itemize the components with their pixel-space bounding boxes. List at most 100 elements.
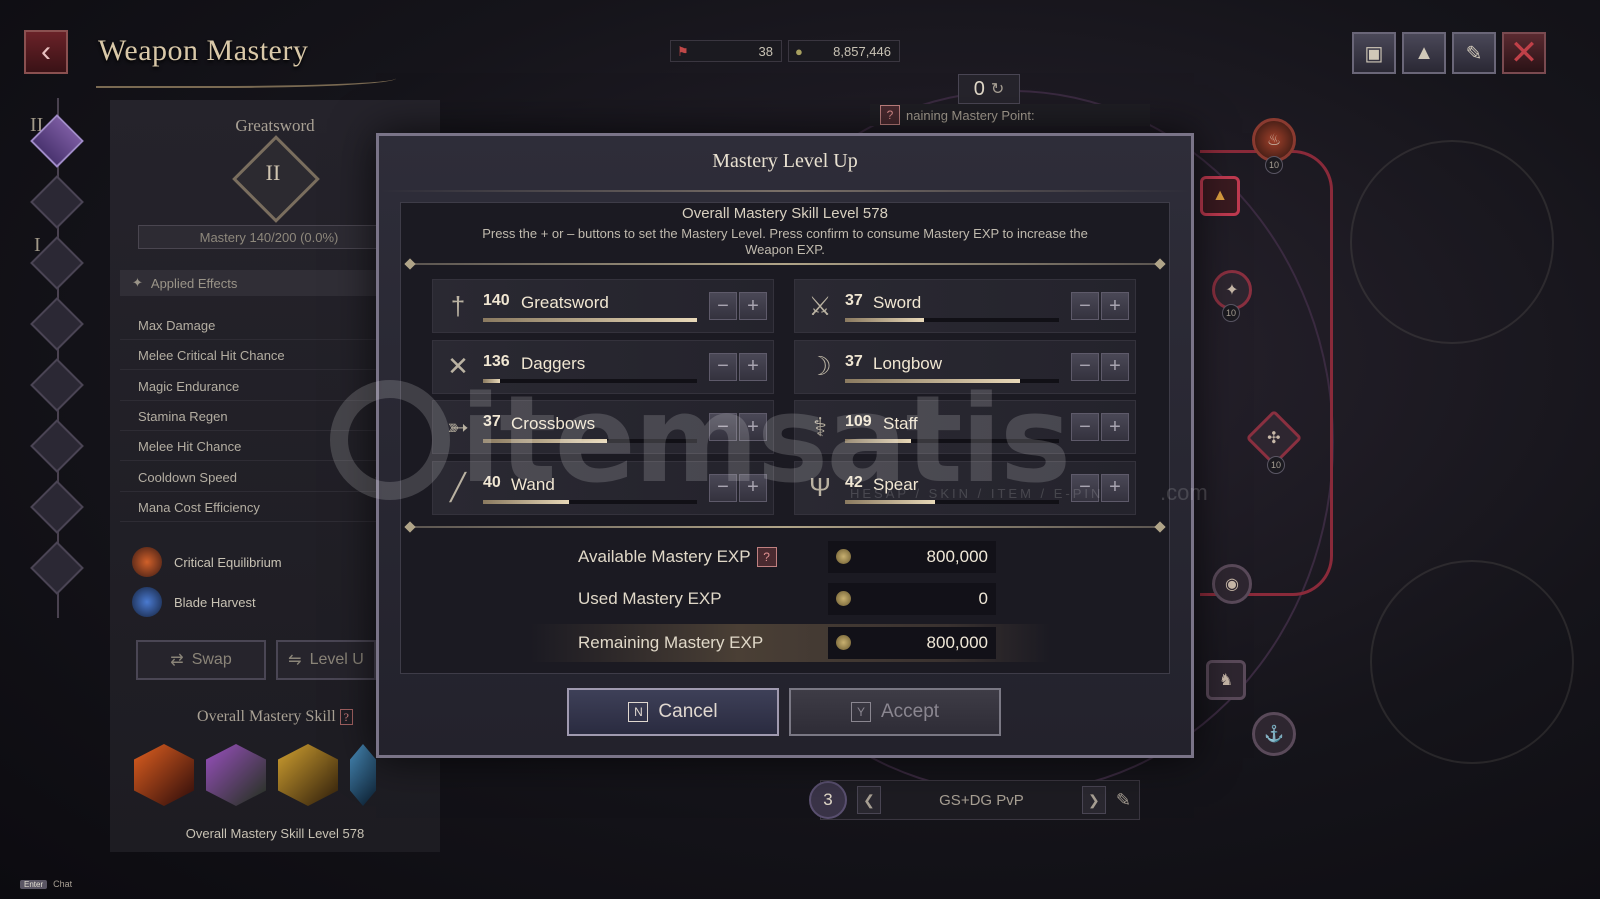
preset-next-button[interactable]: ❯ (1081, 786, 1106, 814)
close-button[interactable]: ✕ (1502, 32, 1546, 74)
effect-name: Stamina Regen (138, 408, 228, 424)
rail-crossbow-node[interactable] (30, 358, 84, 412)
currency-silver-display: ● 8,857,446 (788, 40, 900, 62)
reset-icon[interactable]: ↻ (991, 79, 1004, 99)
node-level-badge: 10 (1265, 156, 1283, 174)
effect-row: Melee Hit Chance (120, 433, 390, 462)
flag-token-icon: ⚑ (677, 44, 689, 59)
rail-spear-node[interactable] (30, 541, 84, 595)
effect-row: Mana Cost Efficiency (120, 494, 390, 522)
atom-art (1370, 560, 1574, 764)
mastery-progress-bar: Mastery 140/200 (0.0%) (138, 225, 400, 249)
effect-name: Magic Endurance (138, 378, 240, 394)
preset-name: GS+DG PvP (939, 791, 1024, 809)
plus-button[interactable]: + (1101, 413, 1129, 441)
weapon-name: Daggers (521, 353, 586, 373)
preset-prev-button[interactable]: ❮ (857, 786, 881, 814)
tree-node-beast[interactable]: ♞ (1206, 660, 1246, 700)
weapon-level: 37 (845, 292, 863, 309)
minus-button[interactable]: − (1071, 292, 1099, 320)
plus-button[interactable]: + (1101, 292, 1129, 320)
passive-label: Critical Equilibrium (174, 554, 282, 570)
preset-number: 3 (809, 781, 847, 819)
weapon-name: Crossbows (511, 414, 596, 433)
minus-button[interactable]: − (1071, 352, 1099, 381)
accept-button[interactable]: Y Accept (789, 688, 1001, 736)
weapon-exp-bar (845, 318, 1059, 322)
chat-hint[interactable]: Enter Chat (20, 879, 72, 889)
minus-button[interactable]: − (709, 473, 737, 502)
used-exp-row: Used Mastery EXP 0 (530, 580, 1050, 618)
section-divider (405, 526, 1165, 528)
blade-harvest-icon (132, 587, 162, 617)
title-divider (380, 190, 1190, 192)
codex-button[interactable]: ▣ (1352, 32, 1396, 74)
remaining-exp-row: Remaining Mastery EXP 800,000 (530, 624, 1050, 662)
beast-icon: ♞ (1218, 672, 1234, 689)
edit-preset-icon[interactable]: ✎ (1116, 790, 1131, 811)
weapon-row-staff: ⚕ 109 Staff − + (794, 400, 1136, 454)
tree-node-anchor[interactable]: ⚓ (1252, 712, 1296, 756)
help-icon[interactable]: ? (880, 105, 900, 125)
weapon-row-longbow: ☽ 37 Longbow − + (794, 339, 1136, 394)
weapon-name: Greatsword (521, 293, 609, 312)
swap-icon: ⇄ (170, 652, 184, 669)
rail-wand-node[interactable] (30, 480, 84, 534)
tree-node-selected[interactable]: ▲ (1200, 176, 1240, 216)
plus-button[interactable]: + (739, 413, 767, 441)
overall-mastery-level: Overall Mastery Skill Level 578 (682, 205, 888, 222)
longbow-icon: ☽ (808, 351, 832, 381)
help-icon[interactable]: ? (756, 547, 777, 567)
passive-blade-harvest[interactable]: Blade Harvest (132, 585, 256, 619)
back-button[interactable]: ‹ (24, 30, 68, 74)
minus-button[interactable]: − (709, 292, 737, 320)
minus-button[interactable]: − (709, 352, 737, 381)
cancel-label: Cancel (658, 701, 718, 722)
mastery-exp-icon (836, 635, 851, 650)
weapon-exp-fill (845, 318, 925, 322)
remaining-points-label: naining Mastery Point: (906, 107, 1035, 123)
cancel-key-hint: N (628, 702, 649, 722)
wand-icon: ╱ (450, 472, 466, 502)
swap-button[interactable]: ⇄ Swap (136, 640, 266, 680)
level-adjust-controls: − + (1071, 352, 1129, 381)
applied-effects-header[interactable]: ✦ Applied Effects (120, 270, 420, 296)
weapon-row-greatsword: † 140 Greatsword − + (432, 279, 774, 333)
applied-effects-label: Applied Effects (150, 275, 238, 291)
weapon-name: Longbow (873, 353, 943, 373)
rail-longbow-node[interactable] (30, 297, 84, 351)
weapon-row-sword: ⚔ 37 Sword − + (794, 279, 1136, 333)
remaining-exp-value: 800,000 (926, 633, 988, 652)
accept-key-hint: Y (850, 702, 871, 722)
mastery-points-counter: 0 ↻ (958, 74, 1020, 104)
close-icon: ✕ (1509, 34, 1539, 72)
altar-button[interactable]: ▲ (1402, 32, 1446, 74)
cancel-button[interactable]: N Cancel (567, 688, 779, 736)
rail-sword-node[interactable] (30, 175, 84, 229)
help-icon[interactable]: ? (339, 709, 353, 725)
rail-staff-node[interactable] (30, 419, 84, 473)
available-exp-value: 800,000 (926, 547, 988, 566)
tree-node-lock[interactable]: ◉ (1212, 564, 1252, 604)
level-adjust-controls: − + (1071, 413, 1129, 441)
weapon-exp-bar (483, 439, 697, 443)
plus-button[interactable]: + (1101, 473, 1129, 502)
passive-critical-equilibrium[interactable]: Critical Equilibrium (132, 545, 282, 579)
minus-button[interactable]: − (709, 413, 737, 441)
plus-button[interactable]: + (739, 352, 767, 381)
plus-button[interactable]: + (739, 473, 767, 502)
minus-button[interactable]: − (1071, 413, 1099, 441)
effect-row: Stamina Regen (120, 403, 390, 431)
available-exp-label: Available Mastery EXP ? (578, 547, 777, 567)
daggers-icon: ✕ (447, 351, 469, 381)
weapon-exp-bar (845, 439, 1059, 443)
chevron-left-icon: ❮ (863, 791, 875, 808)
coin-icon: ● (795, 44, 803, 59)
watermark-domain: .com (1160, 480, 1208, 505)
plus-button[interactable]: + (739, 292, 767, 320)
weapon-name: Wand (511, 474, 555, 494)
level-up-button[interactable]: ⇋ Level U (276, 640, 376, 680)
guide-button[interactable]: ✎ (1452, 32, 1496, 74)
plus-button[interactable]: + (1101, 352, 1129, 381)
sword-icon: ⚔ (808, 290, 832, 321)
